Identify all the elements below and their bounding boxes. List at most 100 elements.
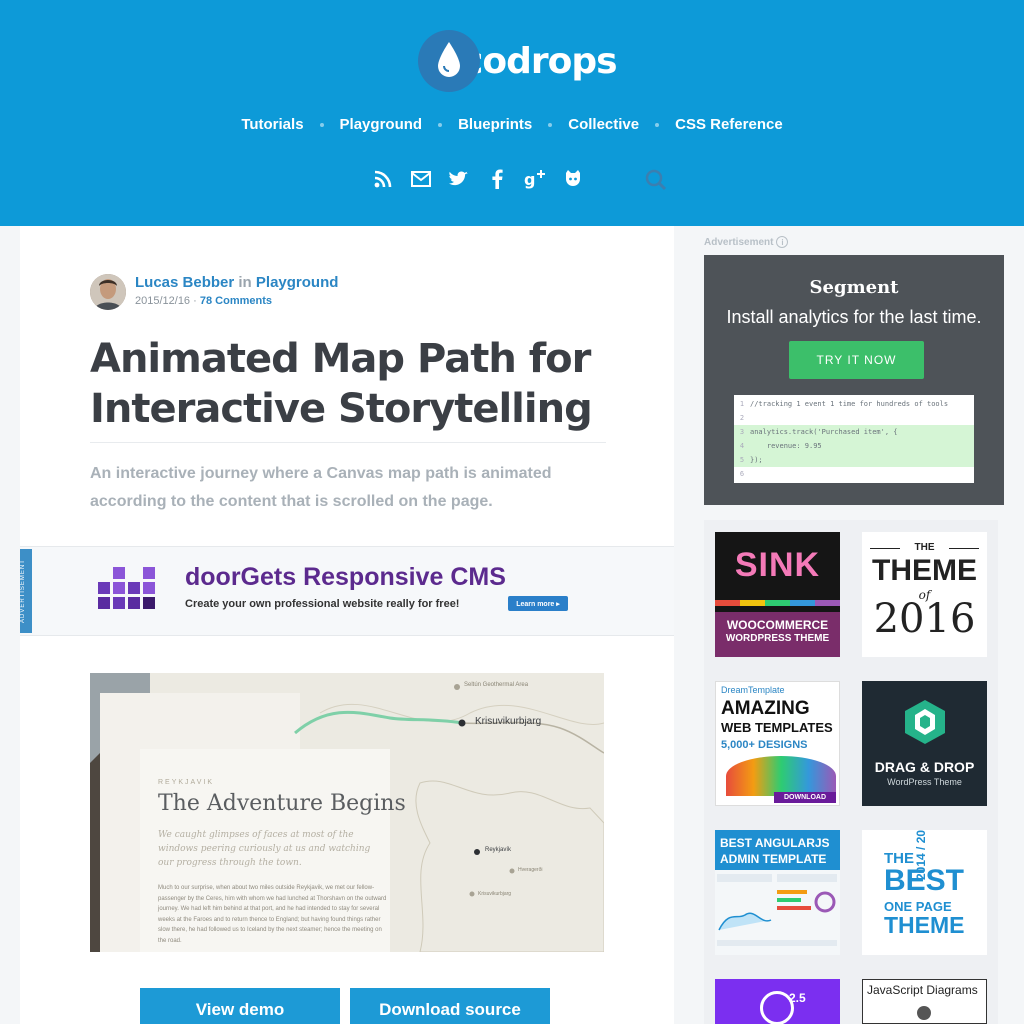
category-link[interactable]: Playground: [256, 274, 339, 291]
line-code: });: [750, 456, 763, 464]
sponsor-best-one-page[interactable]: THE BEST ONE PAGE THEME 2014 / 2015: [862, 830, 987, 955]
article-card: Lucas Bebber in Playground 2015/12/16 · …: [20, 226, 674, 1024]
in-word: in: [238, 274, 252, 291]
code-line: 1 //tracking 1 event 1 time for hundreds …: [734, 397, 974, 411]
cube-icon: [905, 700, 945, 744]
mail-icon[interactable]: [408, 166, 434, 192]
sponsor-drag-drop[interactable]: DRAG & DROP WordPress Theme: [862, 681, 987, 806]
site-header: codrops Tutorials Playground Blueprints …: [0, 0, 1024, 226]
author-link[interactable]: Lucas Bebber: [135, 274, 234, 291]
try-it-now-button[interactable]: TRY IT NOW: [789, 341, 924, 379]
nav-css-reference[interactable]: CSS Reference: [675, 116, 783, 133]
author-block: Lucas Bebber in Playground 2015/12/16 · …: [90, 274, 338, 310]
dragdrop-l1: DRAG & DROP: [874, 759, 975, 775]
main-nav: Tutorials Playground Blueprints Collecti…: [0, 116, 1024, 133]
drop-icon: [438, 42, 460, 77]
doorgets-logo-icon: [98, 567, 155, 609]
best-years: 2014 / 2015: [914, 830, 928, 880]
best-theme: THEME: [884, 912, 965, 938]
nav-blueprints[interactable]: Blueprints: [458, 116, 532, 133]
code-line: 6: [734, 467, 974, 481]
sponsor-sink[interactable]: SINK WOOCOMMERCE WORDPRESS THEME: [715, 532, 840, 657]
article-excerpt: An interactive journey where a Canvas ma…: [90, 465, 552, 510]
line-number: 3: [739, 428, 745, 436]
sink-wordmark: SINK: [734, 546, 821, 584]
sponsor-angularjs-admin[interactable]: BEST ANGULARJS ADMIN TEMPLATE: [715, 830, 840, 955]
jsdiag-node-icon: [917, 1006, 931, 1020]
ad-tag: ADVERTISEMENT: [20, 549, 32, 633]
preview-body: Much to our surprise, when about two mil…: [158, 885, 387, 944]
angular-l2: ADMIN TEMPLATE: [720, 852, 827, 866]
comments-link[interactable]: 78 Comments: [200, 295, 272, 307]
map-label-reykjavik: Reykjavík: [485, 847, 512, 853]
nav-tutorials[interactable]: Tutorials: [241, 116, 303, 133]
logo-text: codrops: [462, 40, 618, 82]
preview-heading: The Adventure Begins: [158, 791, 406, 816]
inline-ad-banner[interactable]: ADVERTISEMENT doorGets Responsive CMS Cr…: [20, 546, 674, 636]
nav-separator: [548, 122, 553, 127]
code-line: 4 revenue: 9.95: [734, 439, 974, 453]
sponsor-js-diagrams[interactable]: JavaScript Diagrams: [862, 979, 987, 1024]
segment-tagline: Install analytics for the last time.: [726, 307, 982, 327]
dream-download: DOWNLOAD: [774, 792, 836, 803]
code-line: 2: [734, 411, 974, 425]
facebook-icon[interactable]: [484, 166, 510, 192]
divider: [90, 442, 606, 443]
map-label-hveragerdi: Hveragerði: [518, 867, 543, 873]
download-source-button[interactable]: Download source: [350, 988, 550, 1024]
nav-collective[interactable]: Collective: [568, 116, 639, 133]
segment-brand: Segment: [809, 277, 899, 298]
sink-line1: WOOCOMMERCE: [726, 618, 829, 632]
view-demo-button[interactable]: View demo: [140, 988, 340, 1024]
code-line: 3 analytics.track('Purchased item', {: [734, 425, 974, 439]
search-icon[interactable]: [644, 168, 668, 192]
dream-art: [726, 756, 836, 796]
info-icon[interactable]: i: [776, 236, 789, 248]
theme-year: 2016: [873, 596, 976, 642]
codrops-logo[interactable]: codrops: [418, 30, 618, 92]
sponsor-dreamtemplate[interactable]: DreamTemplate AMAZING WEB TEMPLATES 5,00…: [715, 681, 840, 806]
line-number: 4: [739, 442, 745, 450]
nav-separator: [319, 122, 324, 127]
dream-brand: DreamTemplate: [721, 685, 785, 695]
twitter-icon[interactable]: [446, 166, 472, 192]
rss-icon[interactable]: [370, 166, 396, 192]
ad-label-text: Advertisement: [704, 236, 774, 248]
sponsor-grid: SINK WOOCOMMERCE WORDPRESS THEME THE THE…: [704, 520, 998, 1024]
demo-preview-image[interactable]: Seltún Geothermal Area Krisuvikurbjarg R…: [90, 673, 604, 952]
googleplus-icon[interactable]: g: [522, 166, 548, 192]
preview-location: REYKJAVIK: [158, 779, 214, 786]
line-code: //tracking 1 event 1 time for hundreds o…: [750, 400, 949, 408]
angular-l1: BEST ANGULARJS: [720, 836, 830, 850]
sink-line2: WORDPRESS THEME: [725, 633, 830, 644]
github-icon[interactable]: [560, 166, 586, 192]
segment-ad[interactable]: Segment Install analytics for the last t…: [704, 255, 1004, 505]
map-label-seltun: Seltún Geothermal Area: [464, 682, 529, 688]
sponsor-theme-2016[interactable]: THE THEME of 2016: [862, 532, 987, 657]
ad-subtitle: Create your own professional website rea…: [185, 598, 460, 610]
advertisement-label: Advertisement i: [704, 236, 789, 248]
map-label-krisuvikurbjarg: Krisuvikurbjarg: [475, 716, 542, 727]
logo-circle: [418, 30, 480, 92]
sponsor-divi[interactable]: 2.5: [715, 979, 840, 1024]
post-meta: 2015/12/16 · 78 Comments: [135, 295, 338, 307]
nav-separator: [438, 122, 443, 127]
divi-version: 2.5: [789, 991, 806, 1005]
ad-learn-more-button[interactable]: Learn more ▸: [508, 596, 568, 611]
ad-title: doorGets Responsive CMS: [185, 563, 506, 591]
theme-rule: [870, 548, 900, 549]
line-code: revenue: 9.95: [750, 442, 822, 450]
sink-stripe: [715, 600, 840, 606]
preview-lede: We caught glimpses of faces at most of t…: [158, 830, 371, 868]
social-links: g: [370, 166, 598, 192]
map-label-krisuvikurbjarg-small: Krisuvikurbjarg: [478, 891, 512, 897]
dream-l1: AMAZING: [721, 698, 810, 719]
line-code: analytics.track('Purchased item', {: [750, 428, 898, 436]
line-number: 2: [739, 414, 745, 422]
avatar[interactable]: [90, 274, 126, 310]
theme-rule: [949, 548, 979, 549]
dream-l3: 5,000+ DESIGNS: [721, 739, 808, 751]
dream-l2: WEB TEMPLATES: [721, 720, 833, 735]
nav-playground[interactable]: Playground: [340, 116, 423, 133]
line-number: 6: [739, 470, 745, 478]
